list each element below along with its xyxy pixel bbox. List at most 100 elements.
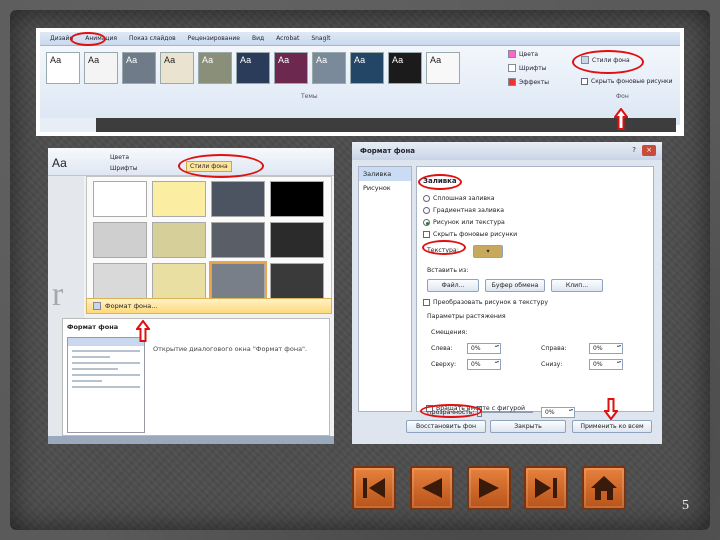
hide-background-label: Скрыть фоновые рисунки: [591, 78, 673, 85]
colors-button[interactable]: Цвета: [110, 154, 129, 161]
theme-tile[interactable]: Аа: [84, 52, 118, 84]
tooltip: Формат фона Открытие диалогового окна "Ф…: [62, 318, 330, 436]
fonts-button[interactable]: Шрифты: [508, 64, 549, 72]
down-arrow-icon: [604, 398, 618, 420]
fonts-button[interactable]: Шрифты: [110, 165, 138, 172]
tab-slideshow[interactable]: Показ слайдов: [129, 35, 176, 42]
close-icon[interactable]: ×: [642, 145, 656, 156]
radio-gradient-fill[interactable]: Градиентная заливка: [423, 207, 504, 214]
tile-checkbox[interactable]: Преобразовать рисунок в текстуру: [423, 299, 548, 306]
theme-tile[interactable]: Аа: [122, 52, 156, 84]
tooltip-text: Открытие диалогового окна "Формат фона".: [153, 345, 308, 353]
dialog-main-panel: Заливка Сплошная заливка Градиентная зал…: [416, 166, 654, 418]
theme-tile[interactable]: Аа: [350, 52, 384, 84]
background-style-swatch[interactable]: [152, 222, 206, 258]
first-slide-button[interactable]: [352, 466, 396, 510]
background-style-swatch[interactable]: [211, 222, 265, 258]
ribbon-screenshot: Дизайн Анимация Показ слайдов Рецензиров…: [36, 28, 684, 136]
tab-acrobat[interactable]: Acrobat: [276, 35, 299, 42]
hide-background-checkbox[interactable]: Скрыть фоновые рисунки: [581, 78, 673, 85]
background-style-swatch[interactable]: [270, 263, 324, 299]
background-style-swatch[interactable]: [93, 263, 147, 299]
tab-view[interactable]: Вид: [252, 35, 264, 42]
fonts-icon: [508, 64, 516, 72]
restore-background-button[interactable]: Восстановить фон: [406, 420, 486, 433]
background-style-swatch[interactable]: [211, 181, 265, 217]
format-background-menu-item[interactable]: Формат фона...: [86, 298, 332, 314]
home-icon: [591, 476, 617, 500]
left-offset-input[interactable]: 0%: [467, 343, 501, 354]
background-styles-gallery-screenshot: Аа Цвета Шрифты Стили фона r Формат фона…: [48, 148, 334, 444]
checkbox-icon: [581, 78, 588, 85]
theme-tile[interactable]: Аа: [312, 52, 346, 84]
top-offset-input[interactable]: 0%: [467, 359, 501, 370]
background-style-swatch[interactable]: [152, 181, 206, 217]
texture-picker[interactable]: ▾: [473, 245, 503, 258]
theme-tile[interactable]: Аа: [198, 52, 232, 84]
highlight-oval: [418, 174, 462, 190]
right-offset-input[interactable]: 0%: [589, 343, 623, 354]
slide-thumbnail-pane: [40, 118, 96, 132]
format-background-icon: [93, 302, 101, 310]
background-style-swatch[interactable]: [93, 181, 147, 217]
home-button[interactable]: [582, 466, 626, 510]
insert-from-label: Вставить из:: [427, 267, 469, 274]
clipboard-button[interactable]: Буфер обмена: [485, 279, 545, 292]
ribbon-tabs: Дизайн Анимация Показ слайдов Рецензиров…: [40, 32, 680, 45]
bottom-offset-input[interactable]: 0%: [589, 359, 623, 370]
effects-icon: [508, 78, 516, 86]
tooltip-title: Формат фона: [67, 323, 119, 331]
last-slide-button[interactable]: [524, 466, 568, 510]
close-button[interactable]: Закрыть: [490, 420, 566, 433]
theme-tile[interactable]: Аа: [274, 52, 308, 84]
theme-tile[interactable]: Аа: [236, 52, 270, 84]
slide-title-fragment: r: [52, 276, 64, 313]
colors-label: Цвета: [519, 50, 539, 58]
background-style-swatch[interactable]: [270, 181, 324, 217]
apply-to-all-button[interactable]: Применить ко всем: [572, 420, 652, 433]
previous-slide-button[interactable]: [410, 466, 454, 510]
theme-preview: Аа: [52, 156, 67, 170]
highlight-oval: [420, 404, 482, 418]
tooltip-dialog-preview: [67, 337, 145, 433]
format-background-label: Формат фона...: [105, 302, 158, 310]
tab-snagit[interactable]: Snaglt: [311, 35, 330, 42]
previous-slide-icon: [422, 478, 442, 498]
theme-tile[interactable]: Аа: [160, 52, 194, 84]
next-slide-button[interactable]: [467, 466, 511, 510]
bottom-offset-label: Снизу:: [541, 361, 563, 368]
radio-picture-texture[interactable]: Рисунок или текстура: [423, 219, 505, 226]
background-style-swatch[interactable]: [270, 222, 324, 258]
background-style-swatch[interactable]: [93, 222, 147, 258]
highlight-oval: [572, 50, 644, 74]
hide-background-checkbox[interactable]: Скрыть фоновые рисунки: [423, 231, 517, 238]
effects-button[interactable]: Эффекты: [508, 78, 549, 86]
nav-item-fill[interactable]: Заливка: [359, 167, 411, 181]
colors-button[interactable]: Цвета: [508, 50, 549, 58]
page-number: 5: [682, 498, 689, 513]
dialog-title: Формат фона: [352, 142, 662, 160]
radio-solid-fill[interactable]: Сплошная заливка: [423, 195, 495, 202]
clip-button[interactable]: Клип...: [551, 279, 603, 292]
stretch-options-label: Параметры растяжения: [427, 313, 506, 320]
highlight-oval: [178, 154, 264, 178]
right-offset-label: Справа:: [541, 345, 567, 352]
help-button[interactable]: ?: [632, 146, 636, 154]
file-button[interactable]: Файл...: [427, 279, 479, 292]
background-style-swatch[interactable]: [152, 263, 206, 299]
transparency-input[interactable]: 0%: [541, 407, 575, 418]
left-offset-label: Слева:: [431, 345, 453, 352]
theme-tile[interactable]: Аа: [388, 52, 422, 84]
group-label-background: Фон: [616, 93, 629, 100]
fonts-label: Шрифты: [519, 64, 547, 72]
theme-options: Цвета Шрифты Эффекты: [508, 50, 549, 86]
up-arrow-icon: [136, 320, 150, 342]
effects-label: Эффекты: [519, 78, 549, 86]
first-slide-icon: [363, 478, 385, 498]
theme-tile[interactable]: Аа: [426, 52, 460, 84]
background-style-swatch[interactable]: [209, 261, 267, 301]
next-slide-icon: [479, 478, 499, 498]
theme-tile[interactable]: Аа: [46, 52, 80, 84]
nav-item-picture[interactable]: Рисунок: [359, 181, 411, 195]
tab-review[interactable]: Рецензирование: [188, 35, 240, 42]
